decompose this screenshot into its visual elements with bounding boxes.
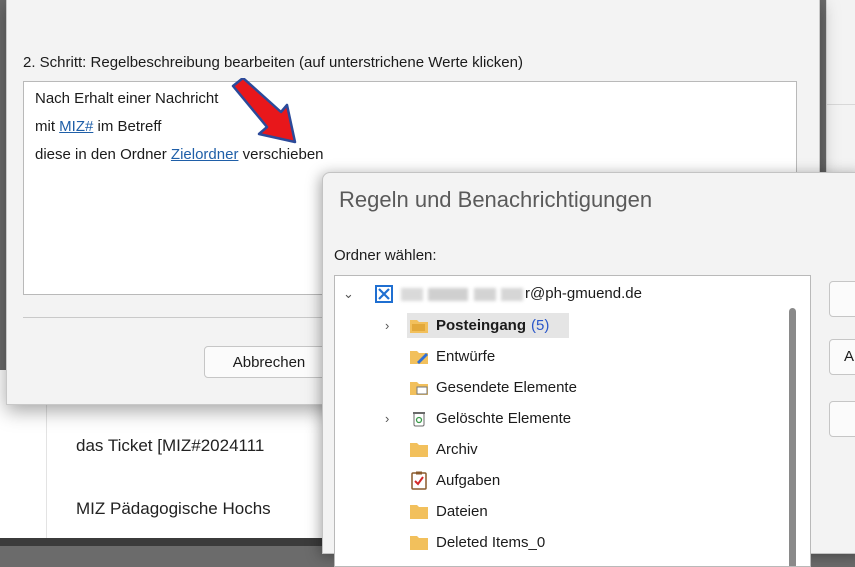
rule-line-condition: Nach Erhalt einer Nachricht	[35, 90, 219, 107]
account-row[interactable]: ⌄ r@ph-gmuend.de	[335, 280, 785, 308]
step-label: 2. Schritt: Regelbeschreibung bearbeiten…	[23, 54, 523, 71]
folder-tree[interactable]: ⌄ r@ph-gmuend.de › Posteingang (5) Entwü…	[334, 275, 811, 567]
folder-label: Entwürfe	[436, 348, 496, 365]
cancel-button[interactable]: Abbrechen	[204, 346, 334, 378]
tasks-icon	[411, 471, 427, 490]
inbox-icon	[410, 320, 428, 333]
folder-row-aufgaben[interactable]: Aufgaben	[335, 467, 785, 495]
redacted-name	[401, 287, 523, 301]
folder-row-geloeschte[interactable]: › Gelöschte Elemente	[335, 405, 785, 433]
side-button[interactable]	[829, 281, 855, 317]
folder-row-archiv[interactable]: Archiv	[335, 436, 785, 464]
background-taskbar	[0, 538, 345, 546]
drafts-icon	[410, 351, 428, 364]
sent-icon	[410, 382, 428, 395]
folder-picker-dialog: Regeln und Benachrichtigungen Ordner wäh…	[322, 172, 855, 567]
folder-row-deleted-items[interactable]: Deleted Items_0	[335, 529, 785, 557]
folder-row-entwuerfe[interactable]: Entwürfe	[335, 343, 785, 371]
account-email: r@ph-gmuend.de	[525, 285, 642, 302]
rule-line-subject: mit MIZ# im Betreff	[35, 118, 161, 135]
trash-icon	[413, 412, 425, 427]
folder-row-gesendete[interactable]: Gesendete Elemente	[335, 374, 785, 402]
subject-value-link[interactable]: MIZ#	[59, 118, 93, 135]
folder-label: Dateien	[436, 503, 488, 520]
chevron-right-icon[interactable]: ›	[385, 405, 389, 433]
folder-row-posteingang[interactable]: › Posteingang (5)	[335, 312, 785, 340]
email-text-line: MIZ Pädagogische Hochs	[76, 499, 271, 518]
folder-label: Aufgaben	[436, 472, 501, 489]
folder-label: Gesendete Elemente	[436, 379, 577, 396]
rule-text: mit	[35, 118, 60, 135]
folder-select-label: Ordner wählen:	[334, 247, 437, 264]
email-text-line: das Ticket [MIZ#2024111	[76, 436, 265, 455]
folder-label: Archiv	[436, 441, 478, 458]
chevron-down-icon[interactable]: ⌄	[343, 280, 354, 308]
chevron-right-icon[interactable]: ›	[385, 312, 389, 340]
side-button-a[interactable]: A	[829, 339, 855, 375]
annotation-arrow	[231, 78, 297, 144]
folder-row-dateien[interactable]: Dateien	[335, 498, 785, 526]
folder-label: Gelöschte Elemente	[436, 410, 572, 427]
folder-icon	[410, 505, 428, 519]
folder-label: Deleted Items_0	[436, 534, 546, 551]
unread-count: (5)	[531, 317, 550, 334]
folder-icon	[410, 443, 428, 457]
folder-icon	[410, 536, 428, 550]
rule-text: im Betreff	[93, 118, 162, 135]
account-name: r@ph-gmuend.de	[401, 280, 642, 308]
folder-label: Posteingang	[436, 317, 527, 334]
rule-text: diese in den Ordner	[35, 146, 171, 163]
exchange-account-icon	[375, 285, 393, 303]
dialog-title: Regeln und Benachrichtigungen	[339, 187, 653, 212]
side-button[interactable]	[829, 401, 855, 437]
tree-scrollbar[interactable]	[789, 308, 796, 566]
